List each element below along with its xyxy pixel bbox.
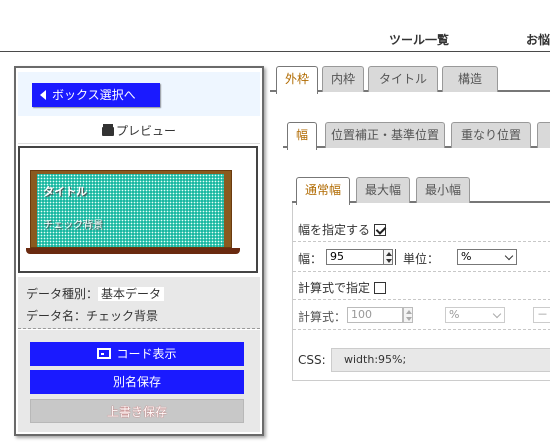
- calc-label: 計算式で指定: [298, 281, 371, 295]
- formula-unit-value: %: [449, 308, 460, 321]
- divider: [293, 329, 550, 330]
- divider: [293, 241, 550, 242]
- tab-structure[interactable]: 構造: [442, 66, 498, 92]
- formula-label: 計算式：: [298, 310, 347, 324]
- unit-label: 単位：: [403, 252, 440, 266]
- css-output: width:95%;: [331, 348, 550, 372]
- tab-width[interactable]: 幅: [287, 122, 317, 150]
- caret-left-icon: [40, 90, 46, 100]
- css-label: CSS:: [298, 353, 326, 367]
- preview-title: タイトル: [43, 185, 87, 198]
- tab-z-order[interactable]: 重なり位置: [451, 122, 531, 148]
- show-code-label: コード表示: [116, 347, 177, 361]
- preview-frame: タイトル チェック背景: [18, 146, 258, 273]
- tab-min-width[interactable]: 最小幅: [416, 177, 470, 203]
- data-type-label: データ種別：: [26, 287, 99, 301]
- box-icon: [101, 124, 114, 136]
- board-shadow: [26, 248, 240, 254]
- overwrite-save-button[interactable]: 上書き保存: [30, 399, 244, 423]
- data-name-row: データ名：チェック背景: [26, 309, 159, 323]
- tab-normal-width[interactable]: 通常幅: [296, 177, 350, 205]
- preview-heading: プレビュー: [18, 118, 260, 144]
- code-icon: [97, 348, 112, 359]
- tab-overflow[interactable]: [537, 122, 550, 148]
- main-tabs: 外枠 内枠 タイトル 構造: [270, 66, 550, 94]
- back-to-box-select-button[interactable]: ボックス選択へ: [32, 83, 160, 107]
- save-as-button[interactable]: 別名保存: [30, 370, 244, 394]
- preview-text: チェック背景: [43, 220, 103, 231]
- nav-tool-list[interactable]: ツール一覧: [389, 31, 449, 48]
- width-stepper[interactable]: [383, 249, 393, 265]
- data-type-row: データ種別： 基本データ: [26, 285, 165, 302]
- set-width-label: 幅を指定する: [298, 223, 371, 237]
- panel-header: ボックス選択へ: [18, 72, 260, 116]
- divider: [293, 299, 550, 300]
- tab-max-width[interactable]: 最大幅: [356, 177, 410, 203]
- tab-inner-frame[interactable]: 内枠: [322, 66, 364, 92]
- data-info: データ種別： 基本データ データ名：チェック背景: [18, 277, 260, 329]
- formula-input[interactable]: 100: [347, 307, 403, 323]
- formula-operator-value: －: [537, 308, 548, 321]
- show-code-button[interactable]: コード表示: [30, 342, 244, 366]
- top-header: ツール一覧 お悩: [0, 0, 550, 52]
- chevron-down-icon: [504, 251, 514, 261]
- tab-outer-frame[interactable]: 外枠: [276, 66, 318, 94]
- action-buttons: コード表示 別名保存 上書き保存: [18, 330, 260, 432]
- frame-sub-tabs: 幅 位置補正・基準位置 重なり位置: [283, 122, 550, 150]
- set-width-row: 幅を指定する: [298, 221, 387, 238]
- preview-heading-label: プレビュー: [115, 124, 176, 138]
- calc-row: 計算式で指定: [298, 279, 387, 296]
- divider: [293, 271, 550, 272]
- separator: [395, 249, 396, 265]
- unit-select[interactable]: %: [457, 249, 517, 265]
- tab-position-offset[interactable]: 位置補正・基準位置: [325, 122, 445, 148]
- formula-stepper[interactable]: [403, 307, 413, 323]
- calc-checkbox[interactable]: [374, 282, 387, 294]
- formula-operator-select[interactable]: －: [533, 307, 550, 323]
- width-mode-tabs: 通常幅 最大幅 最小幅: [292, 177, 550, 205]
- back-button-label: ボックス選択へ: [52, 88, 136, 102]
- width-input[interactable]: 95: [326, 249, 384, 265]
- preview-board: タイトル チェック背景: [30, 170, 232, 248]
- set-width-checkbox[interactable]: [374, 224, 387, 236]
- width-form: 幅を指定する 幅： 95 単位： % 計算式で指定 計算式： 100 % － C…: [292, 203, 550, 381]
- left-panel: ボックス選択へ プレビュー タイトル チェック背景 データ種別： 基本データ デー…: [14, 66, 264, 436]
- width-label: 幅：: [298, 252, 323, 266]
- data-type-value: 基本データ: [98, 287, 165, 301]
- nav-faq[interactable]: お悩: [526, 31, 550, 48]
- formula-unit-select[interactable]: %: [445, 307, 505, 323]
- chevron-down-icon: [492, 309, 502, 319]
- unit-select-value: %: [461, 250, 472, 263]
- tab-title[interactable]: タイトル: [368, 66, 438, 92]
